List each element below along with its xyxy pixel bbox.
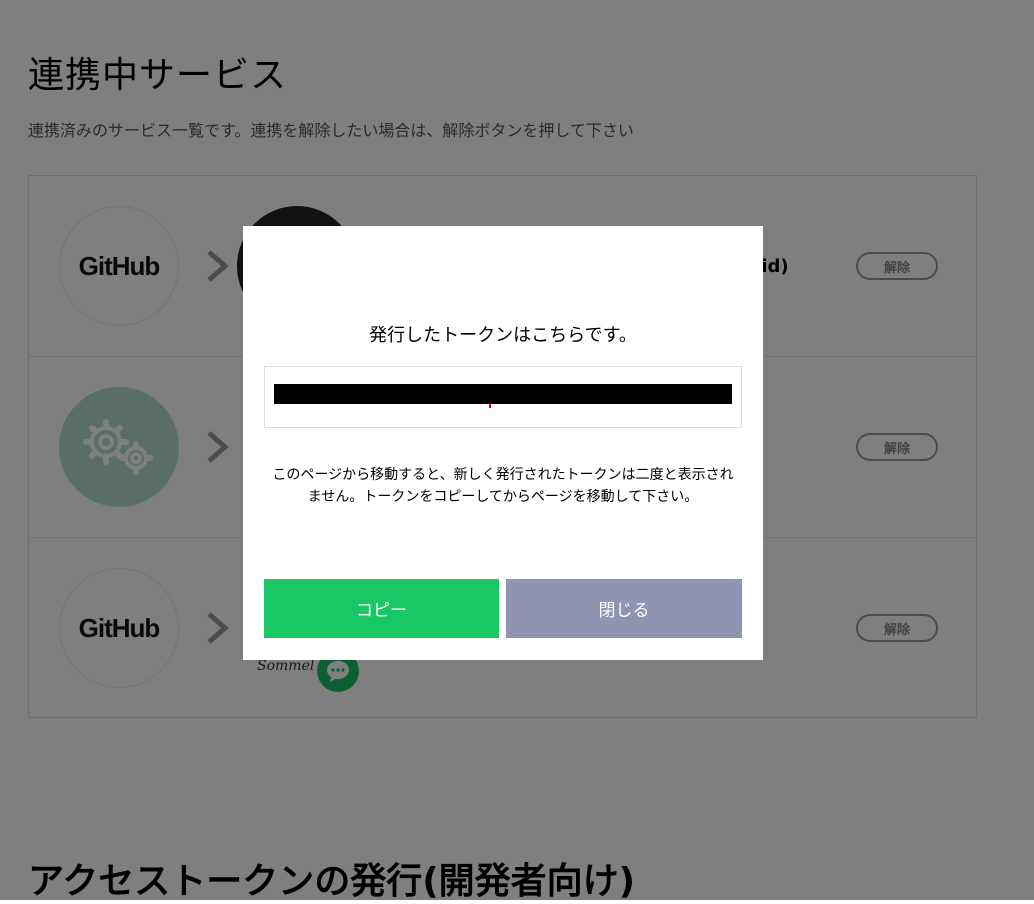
modal-note-line: ません。トークンをコピーしてからページを移動して下さい。 <box>307 489 699 505</box>
copy-button[interactable]: コピー <box>264 579 499 638</box>
close-button[interactable]: 閉じる <box>506 579 742 638</box>
token-modal: 発行したトークンはこちらです。 このページから移動すると、新しく発行されたトーク… <box>243 226 763 660</box>
modal-note-line: このページから移動すると、新しく発行されたトークンは二度と表示され <box>272 467 734 483</box>
modal-title: 発行したトークンはこちらです。 <box>369 325 637 346</box>
token-field[interactable] <box>264 366 742 428</box>
text-cursor <box>489 404 491 408</box>
modal-note: このページから移動すると、新しく発行されたトークンは二度と表示され ません。トー… <box>263 464 743 508</box>
token-redaction <box>274 384 732 404</box>
